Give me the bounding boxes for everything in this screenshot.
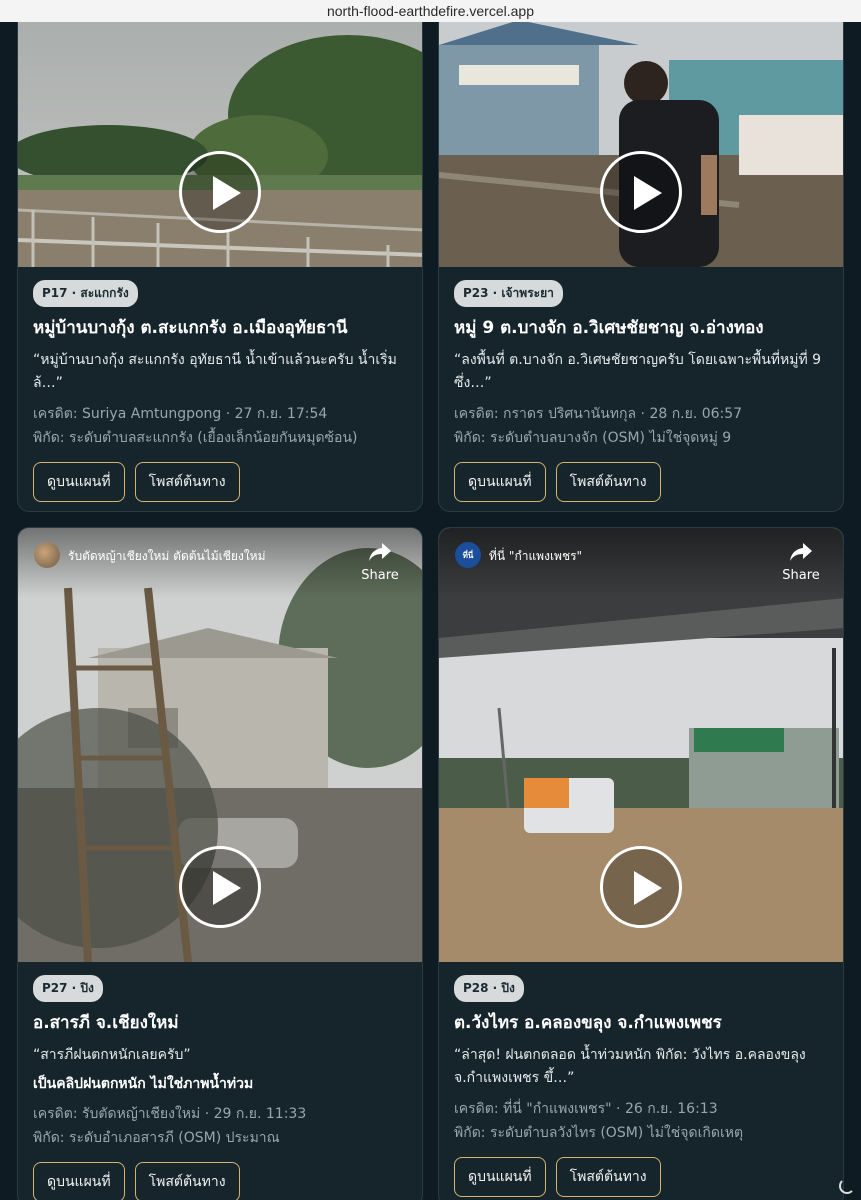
- report-card-p27: รับตัดหญ้าเชียงใหม่ ตัดต้นไม้เชียงใหม่ S…: [17, 527, 423, 1200]
- post-quote: “สารภีฝนตกหนักเลยครับ”: [33, 1047, 191, 1063]
- view-on-map-button[interactable]: ดูบนแผนที่: [33, 462, 125, 502]
- location-title: หมู่บ้านบางกุ้ง ต.สะแกกรัง อ.เมืองอุทัยธ…: [33, 318, 348, 338]
- point-badge: P28 · ปิง: [454, 975, 524, 1002]
- video-thumbnail[interactable]: ที่นี่ ที่นี่ "กำแพงเพชร" Share: [439, 528, 843, 962]
- report-card-p28: ที่นี่ ที่นี่ "กำแพงเพชร" Share P28 · ปิ…: [438, 527, 844, 1200]
- point-badge: P23 · เจ้าพระยา: [454, 280, 563, 307]
- video-thumbnail[interactable]: [439, 5, 843, 267]
- play-button[interactable]: [600, 846, 682, 928]
- credit-text: เครดิต: ที่นี่ "กำแพงเพชร" · 26 ก.ย. 16:…: [454, 1101, 718, 1117]
- view-on-map-button[interactable]: ดูบนแผนที่: [454, 462, 546, 502]
- post-quote: “หมู่บ้านบางกุ้ง สะแกกรัง อุทัยธานี น้ำเ…: [33, 352, 397, 391]
- play-button[interactable]: [179, 846, 261, 928]
- video-thumbnail[interactable]: รับตัดหญ้าเชียงใหม่ ตัดต้นไม้เชียงใหม่ S…: [18, 528, 422, 962]
- coordinate-note: พิกัด: ระดับอำเภอสารภี (OSM) ประมาณ: [33, 1130, 280, 1146]
- source-post-button[interactable]: โพสต์ต้นทาง: [555, 462, 661, 502]
- share-button[interactable]: Share: [779, 542, 823, 583]
- coordinate-note: พิกัด: ระดับตำบลสะแกกรัง (เยื้องเล็กน้อย…: [33, 430, 358, 446]
- share-label: Share: [782, 568, 820, 583]
- share-button[interactable]: Share: [358, 542, 402, 583]
- post-quote: “ลงพื้นที่ ต.บางจัก อ.วิเศษชัยชาญครับ โด…: [454, 352, 822, 391]
- point-badge: P17 · สะแกกรัง: [33, 280, 138, 307]
- post-quote: “ล่าสุด! ฝนตกตลอด น้ำท่วมหนัก พิกัด: วัง…: [454, 1047, 806, 1086]
- point-badge: P27 · ปิง: [33, 975, 103, 1002]
- location-title: อ.สารภี จ.เชียงใหม่: [33, 1013, 179, 1033]
- report-card-p23: P23 · เจ้าพระยา หมู่ 9 ต.บางจัก อ.วิเศษช…: [438, 4, 844, 512]
- page-avatar[interactable]: ที่นี่: [455, 542, 481, 568]
- coordinate-note: พิกัด: ระดับตำบลบางจัก (OSM) ไม่ใช่จุดหม…: [454, 430, 732, 446]
- credit-text: เครดิต: กราดร ปริศนานันทกุล · 28 ก.ย. 06…: [454, 406, 743, 422]
- view-on-map-button[interactable]: ดูบนแผนที่: [454, 1157, 546, 1197]
- location-title: ต.วังไทร อ.คลองขลุง จ.กำแพงเพชร: [454, 1013, 722, 1033]
- coordinate-note: พิกัด: ระดับตำบลวังไทร (OSM) ไม่ใช่จุดเก…: [454, 1125, 744, 1141]
- embed-page-title[interactable]: รับตัดหญ้าเชียงใหม่ ตัดต้นไม้เชียงใหม่: [68, 547, 406, 566]
- report-card-p17: P17 · สะแกกรัง หมู่บ้านบางกุ้ง ต.สะแกกรั…: [17, 4, 423, 512]
- view-on-map-button[interactable]: ดูบนแผนที่: [33, 1162, 125, 1200]
- location-title: หมู่ 9 ต.บางจัก อ.วิเศษชัยชาญ จ.อ่างทอง: [454, 318, 764, 338]
- share-label: Share: [361, 568, 399, 583]
- page-avatar[interactable]: [34, 542, 60, 568]
- play-button[interactable]: [600, 151, 682, 233]
- play-button[interactable]: [179, 151, 261, 233]
- share-arrow-icon: [790, 543, 812, 561]
- source-post-button[interactable]: โพสต์ต้นทาง: [134, 462, 240, 502]
- video-thumbnail[interactable]: [18, 5, 422, 267]
- clip-note: เป็นคลิปฝนตกหนัก ไม่ใช่ภาพน้ำท่วม: [33, 1076, 254, 1092]
- credit-text: เครดิต: รับตัดหญ้าเชียงใหม่ · 29 ก.ย. 11…: [33, 1106, 307, 1122]
- browser-url-bar[interactable]: north-flood-earthdefire.vercel.app: [0, 0, 861, 22]
- share-arrow-icon: [369, 543, 391, 561]
- embed-page-title[interactable]: ที่นี่ "กำแพงเพชร": [489, 547, 827, 566]
- loading-spinner-icon: [839, 1178, 855, 1194]
- source-post-button[interactable]: โพสต์ต้นทาง: [555, 1157, 661, 1197]
- source-post-button[interactable]: โพสต์ต้นทาง: [134, 1162, 240, 1200]
- credit-text: เครดิต: Suriya Amtungpong · 27 ก.ย. 17:5…: [33, 406, 328, 422]
- url-text: north-flood-earthdefire.vercel.app: [326, 3, 534, 19]
